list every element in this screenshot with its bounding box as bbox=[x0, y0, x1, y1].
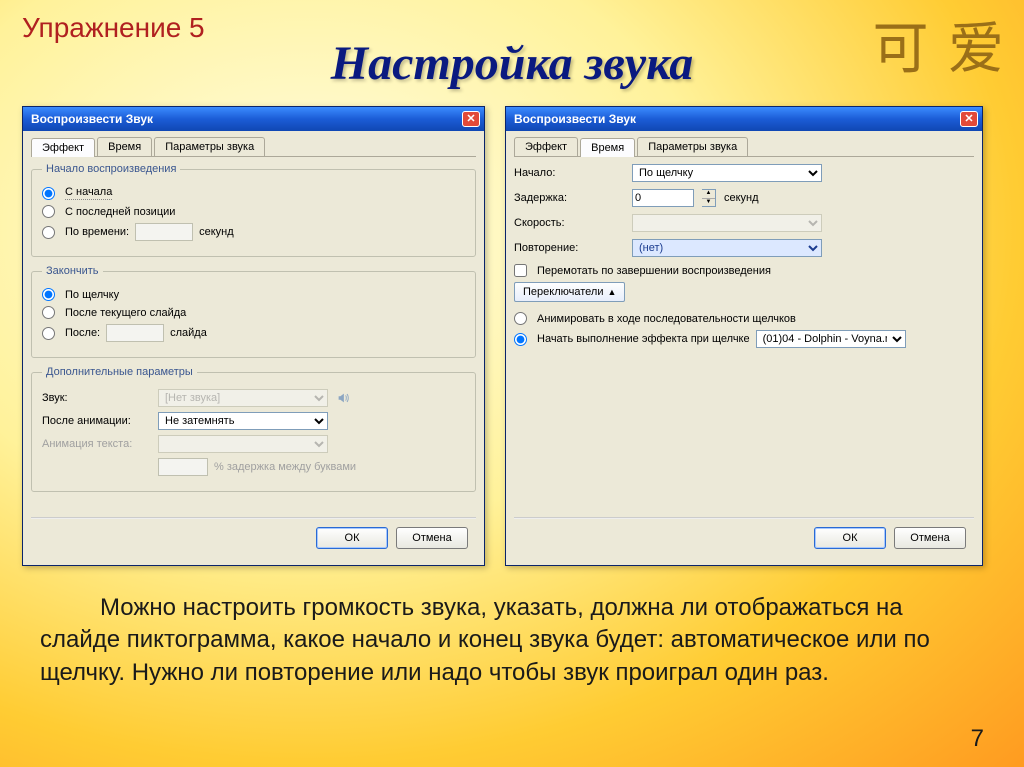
cancel-button[interactable]: Отмена bbox=[894, 527, 966, 549]
tab-time[interactable]: Время bbox=[97, 137, 152, 156]
group-start-legend: Начало воспроизведения bbox=[42, 163, 180, 175]
tab-time[interactable]: Время bbox=[580, 138, 635, 157]
dialog-effect: Воспроизвести Звук ✕ Эффект Время Параме… bbox=[22, 106, 485, 566]
tab-bar: Эффект Время Параметры звука bbox=[31, 137, 476, 157]
radio-start-last[interactable] bbox=[42, 205, 55, 218]
label-slide-unit: слайда bbox=[170, 327, 207, 339]
select-speed[interactable] bbox=[632, 214, 822, 232]
input-stop-after[interactable] bbox=[106, 324, 164, 342]
tab-effect[interactable]: Эффект bbox=[514, 137, 578, 156]
select-sound[interactable]: [Нет звука] bbox=[158, 389, 328, 407]
label-start-time: По времени: bbox=[65, 226, 129, 238]
input-letter-delay bbox=[158, 458, 208, 476]
dialog-title: Воспроизвести Звук bbox=[514, 112, 636, 126]
dialog-time: Воспроизвести Звук ✕ Эффект Время Параме… bbox=[505, 106, 983, 566]
radio-start-begin[interactable] bbox=[42, 187, 55, 200]
dialog-body: Эффект Время Параметры звука Начало восп… bbox=[23, 131, 484, 492]
dialog-body: Эффект Время Параметры звука Начало: По … bbox=[506, 131, 982, 348]
label-stop-after: После: bbox=[65, 327, 100, 339]
label-start: Начало: bbox=[514, 167, 624, 179]
label-animate-sequence: Анимировать в ходе последовательности ще… bbox=[537, 313, 796, 325]
label-start-last: С последней позиции bbox=[65, 206, 175, 218]
close-icon[interactable]: ✕ bbox=[960, 111, 978, 127]
radio-stop-after-slide[interactable] bbox=[42, 306, 55, 319]
tab-bar: Эффект Время Параметры звука bbox=[514, 137, 974, 157]
radio-animate-sequence[interactable] bbox=[514, 312, 527, 325]
toggles-label: Переключатели bbox=[523, 286, 603, 298]
slide-title: Настройка звука bbox=[0, 36, 1024, 91]
label-seconds: секунд bbox=[724, 192, 759, 204]
select-repeat[interactable]: (нет) bbox=[632, 239, 822, 257]
group-stop: Закончить По щелчку После текущего слайд… bbox=[31, 265, 476, 358]
label-delay: Задержка: bbox=[514, 192, 624, 204]
label-speed: Скорость: bbox=[514, 217, 624, 229]
tab-sound-params[interactable]: Параметры звука bbox=[637, 137, 748, 156]
label-stop-click: По щелчку bbox=[65, 289, 119, 301]
input-start-time[interactable] bbox=[135, 223, 193, 241]
page-number: 7 bbox=[971, 725, 984, 753]
toggles-button[interactable]: Переключатели ▲ bbox=[514, 282, 625, 302]
spinner-icon[interactable]: ▲▼ bbox=[702, 189, 716, 207]
label-rewind: Перемотать по завершении воспроизведения bbox=[537, 265, 771, 277]
button-row: ОК Отмена bbox=[31, 519, 476, 557]
group-stop-legend: Закончить bbox=[42, 265, 103, 277]
select-start-effect-target[interactable]: (01)04 - Dolphin - Voyna.m bbox=[756, 330, 906, 348]
dialog-title: Воспроизвести Звук bbox=[31, 112, 153, 126]
tab-effect[interactable]: Эффект bbox=[31, 138, 95, 157]
tab-sound-params[interactable]: Параметры звука bbox=[154, 137, 265, 156]
group-extra: Дополнительные параметры Звук: [Нет звук… bbox=[31, 366, 476, 492]
radio-start-effect-click[interactable] bbox=[514, 333, 527, 346]
dialogs-container: Воспроизвести Звук ✕ Эффект Время Параме… bbox=[22, 106, 983, 566]
radio-stop-click[interactable] bbox=[42, 288, 55, 301]
group-start-playback: Начало воспроизведения С начала С послед… bbox=[31, 163, 476, 257]
ok-button[interactable]: ОК bbox=[316, 527, 388, 549]
label-after-anim: После анимации: bbox=[42, 415, 152, 427]
chevron-up-icon: ▲ bbox=[607, 287, 616, 297]
select-after-anim[interactable]: Не затемнять bbox=[158, 412, 328, 430]
close-icon[interactable]: ✕ bbox=[462, 111, 480, 127]
label-start-begin: С начала bbox=[65, 186, 112, 200]
radio-stop-after[interactable] bbox=[42, 327, 55, 340]
label-text-anim: Анимация текста: bbox=[42, 438, 152, 450]
radio-start-time[interactable] bbox=[42, 226, 55, 239]
checkbox-rewind[interactable] bbox=[514, 264, 527, 277]
label-letter-delay: % задержка между буквами bbox=[214, 461, 356, 473]
titlebar[interactable]: Воспроизвести Звук ✕ bbox=[506, 107, 982, 131]
speaker-icon[interactable] bbox=[334, 389, 352, 407]
ok-button[interactable]: ОК bbox=[814, 527, 886, 549]
label-sound: Звук: bbox=[42, 392, 152, 404]
label-repeat: Повторение: bbox=[514, 242, 624, 254]
body-paragraph: Можно настроить громкость звука, указать… bbox=[40, 592, 984, 689]
titlebar[interactable]: Воспроизвести Звук ✕ bbox=[23, 107, 484, 131]
input-delay[interactable] bbox=[632, 189, 694, 207]
button-row: ОК Отмена bbox=[514, 519, 974, 557]
select-text-anim bbox=[158, 435, 328, 453]
cancel-button[interactable]: Отмена bbox=[396, 527, 468, 549]
label-seconds: секунд bbox=[199, 226, 234, 238]
kanji-decoration: 可 爱 bbox=[872, 4, 1006, 85]
group-extra-legend: Дополнительные параметры bbox=[42, 366, 197, 378]
label-start-effect-click: Начать выполнение эффекта при щелчке bbox=[537, 333, 750, 345]
label-stop-after-slide: После текущего слайда bbox=[65, 307, 186, 319]
select-start[interactable]: По щелчку bbox=[632, 164, 822, 182]
